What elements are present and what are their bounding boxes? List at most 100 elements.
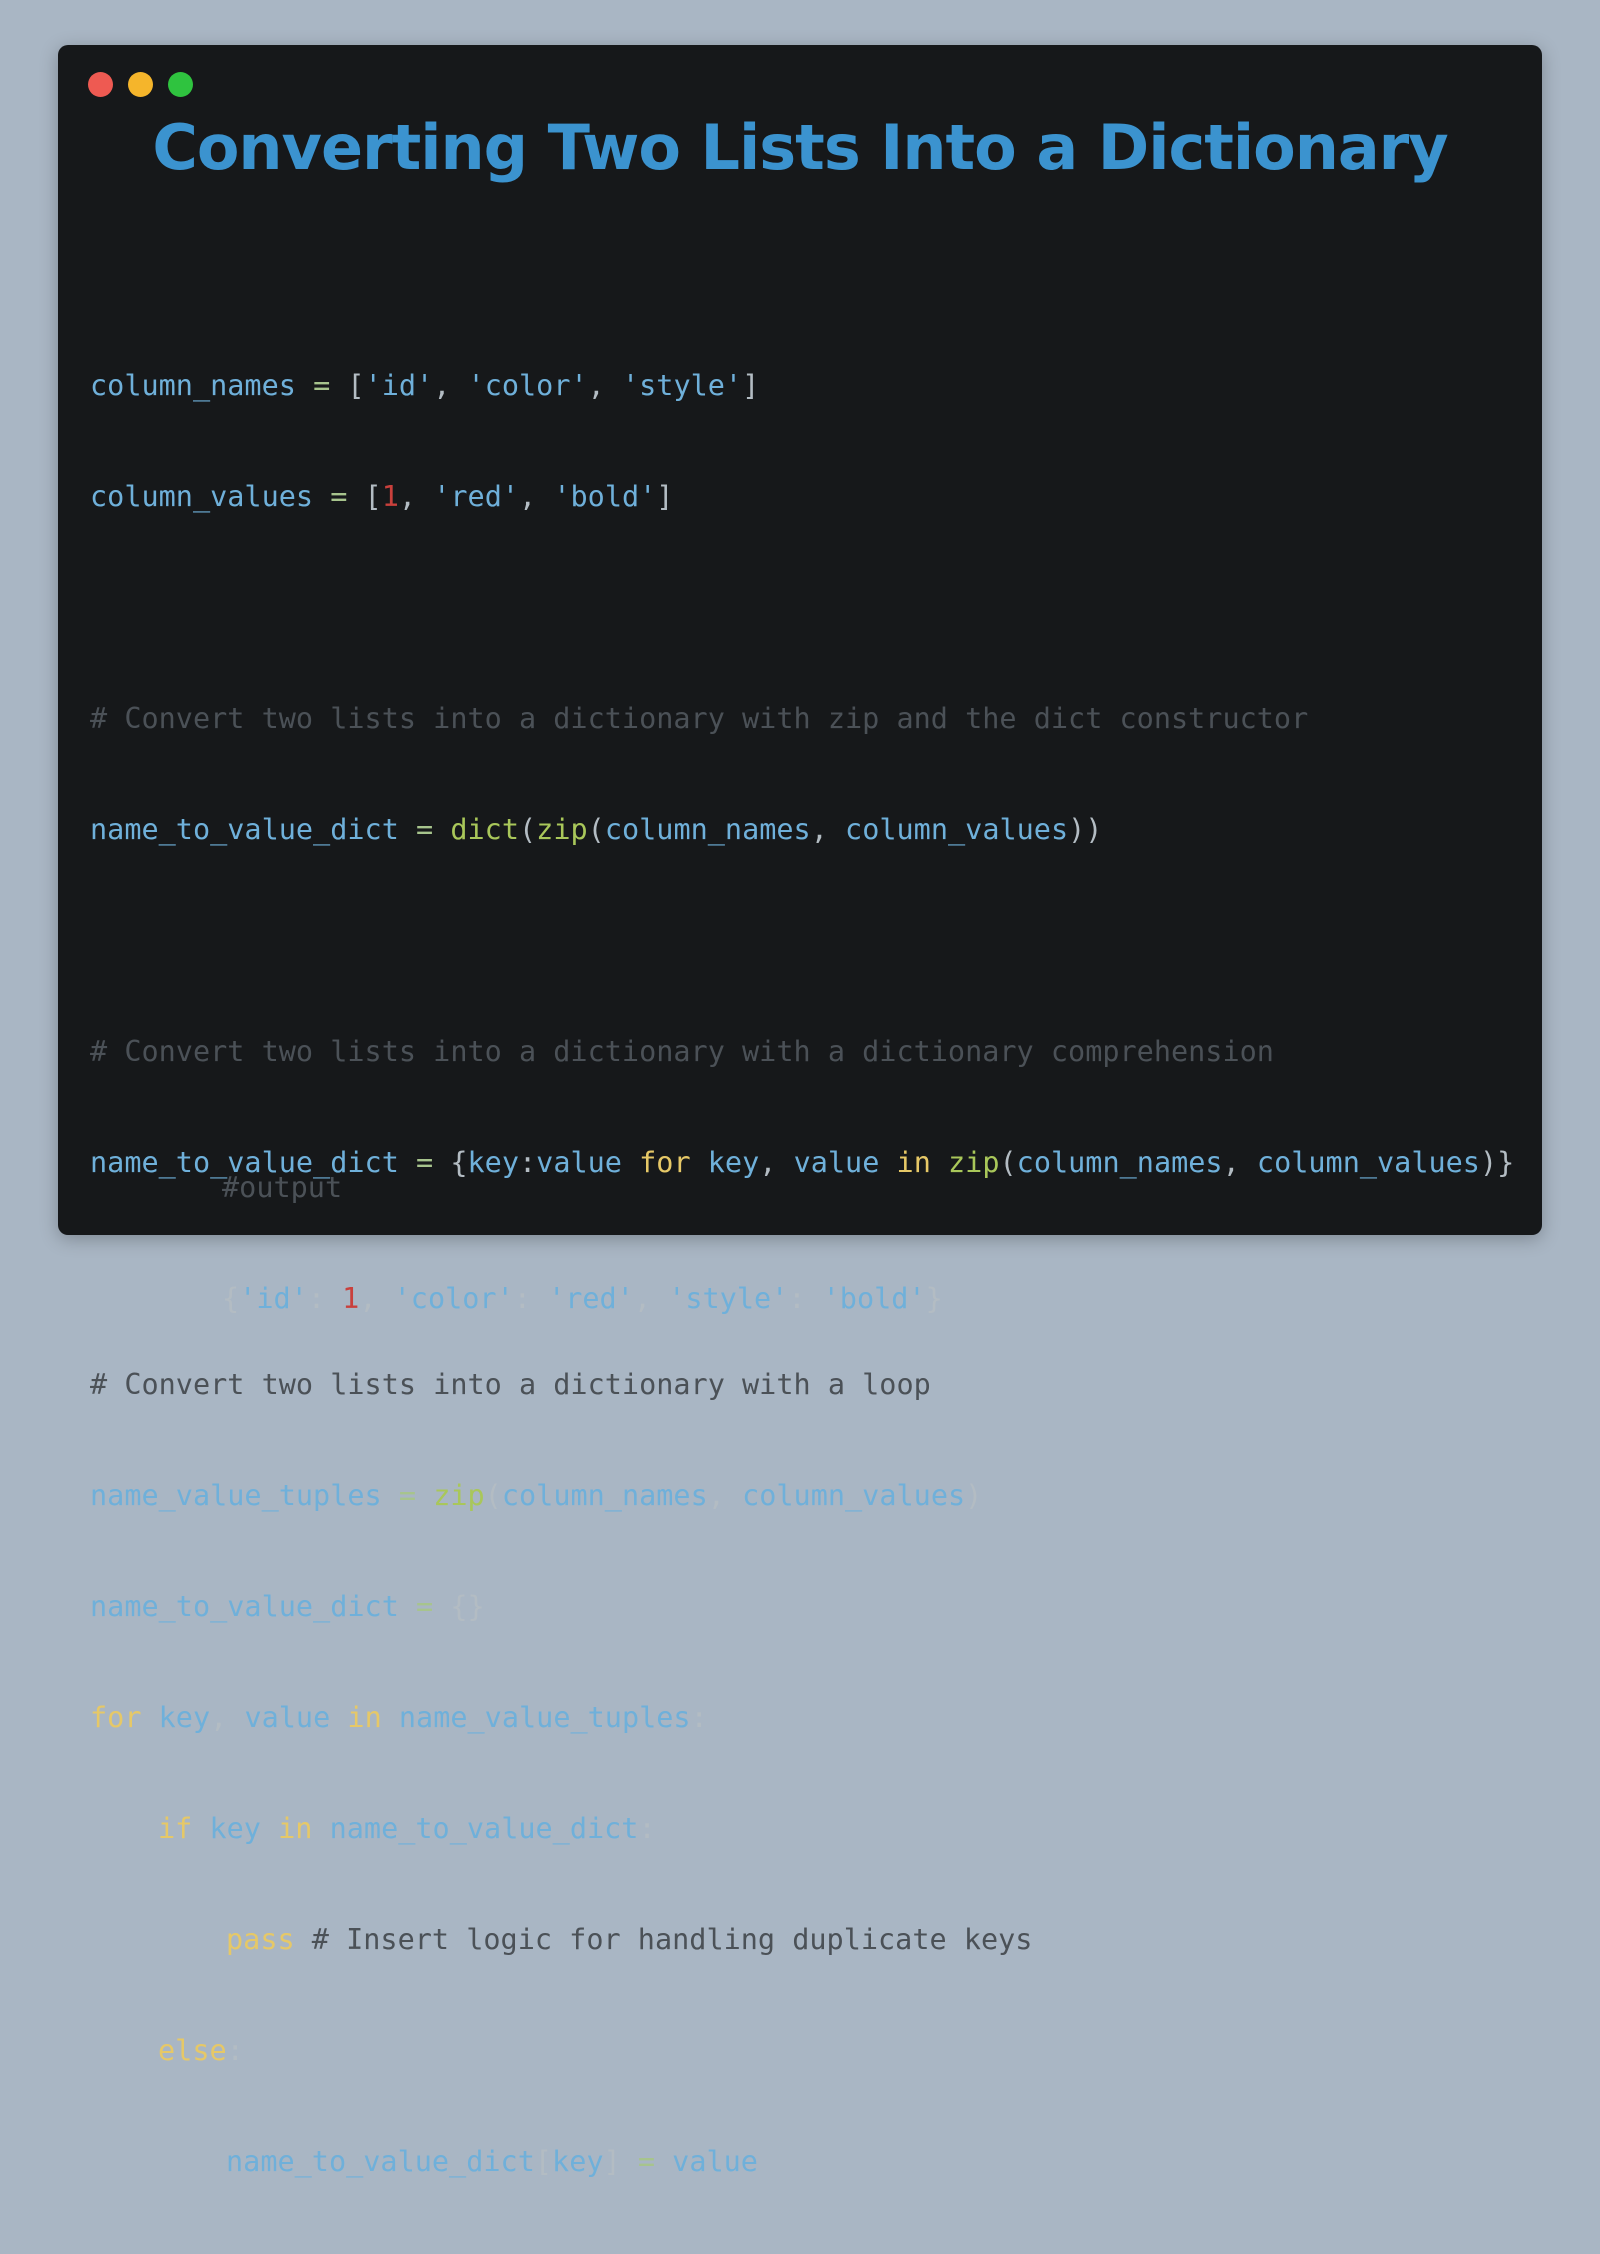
- punctuation: }: [925, 1282, 943, 1315]
- punctuation: ,: [810, 813, 846, 846]
- punctuation: [: [534, 2145, 553, 2178]
- code-line-1: column_names = ['id', 'color', 'style']: [90, 367, 1514, 404]
- punctuation: (: [484, 1479, 502, 1512]
- string-literal: 'red': [548, 1282, 634, 1315]
- builtin-function: zip: [948, 1146, 1000, 1179]
- string-literal: 'style': [668, 1282, 789, 1315]
- operator: =: [398, 813, 451, 846]
- punctuation: (: [518, 813, 537, 846]
- keyword: else: [158, 2034, 227, 2067]
- code-comment-1: # Convert two lists into a dictionary wi…: [90, 702, 1309, 735]
- output-line: {'id': 1, 'color': 'red', 'style': 'bold…: [222, 1280, 943, 1317]
- builtin-function: zip: [536, 813, 588, 846]
- punctuation: ,: [519, 480, 554, 513]
- code-line-2: column_values = [1, 'red', 'bold']: [90, 478, 1514, 515]
- keyword: if: [158, 1812, 193, 1845]
- operator: =: [295, 369, 348, 402]
- punctuation: {: [222, 1282, 240, 1315]
- identifier: name_to_value_dict: [90, 1590, 399, 1623]
- code-comment-2: # Convert two lists into a dictionary wi…: [90, 1035, 1274, 1068]
- minimize-dot-icon[interactable]: [128, 72, 153, 97]
- code-line-6: name_to_value_dict = {}: [90, 1588, 1514, 1625]
- punctuation: :: [307, 1282, 343, 1315]
- keyword: in: [260, 1812, 330, 1845]
- punctuation: ,: [433, 369, 468, 402]
- identifier: name_value_tuples: [398, 1701, 691, 1734]
- identifier: value: [244, 1701, 331, 1734]
- operator: =: [381, 1479, 434, 1512]
- code-window: Converting Two Lists Into a Dictionary c…: [58, 45, 1542, 2178]
- operator: =: [620, 2145, 673, 2178]
- output-block: #output {'id': 1, 'color': 'red', 'style…: [222, 1095, 943, 1391]
- identifier: key: [552, 2145, 604, 2178]
- code-line-10: else:: [90, 2032, 1514, 2069]
- code-line-8: if key in name_to_value_dict:: [90, 1810, 1514, 1847]
- identifier: column_names: [1016, 1146, 1223, 1179]
- string-literal: 'red': [433, 480, 520, 513]
- output-comment: #output: [222, 1171, 343, 1204]
- punctuation: :: [513, 1282, 549, 1315]
- identifier: column_values: [1256, 1146, 1480, 1179]
- punctuation: ]: [742, 369, 760, 402]
- punctuation: (: [999, 1146, 1017, 1179]
- punctuation: ]: [603, 2145, 621, 2178]
- close-dot-icon[interactable]: [88, 72, 113, 97]
- identifier: column_values: [90, 480, 314, 513]
- code-line-5: name_value_tuples = zip(column_names, co…: [90, 1477, 1514, 1514]
- punctuation: ,: [1222, 1146, 1257, 1179]
- identifier: key: [192, 1812, 261, 1845]
- identifier: key: [141, 1701, 211, 1734]
- punctuation: [: [347, 369, 365, 402]
- punctuation: ): [965, 1479, 983, 1512]
- keyword: pass: [226, 1923, 295, 1956]
- string-literal: 'style': [621, 369, 743, 402]
- number-literal: 1: [342, 1282, 360, 1315]
- punctuation: :: [788, 1282, 823, 1315]
- builtin-function: dict: [450, 813, 519, 846]
- identifier: name_to_value_dict: [329, 1812, 639, 1845]
- punctuation: ,: [707, 1479, 743, 1512]
- punctuation: :: [690, 1701, 708, 1734]
- punctuation: [: [364, 480, 382, 513]
- identifier: column_names: [501, 1479, 708, 1512]
- punctuation: :: [226, 2034, 244, 2067]
- string-literal: 'id': [239, 1282, 308, 1315]
- punctuation: ,: [633, 1282, 669, 1315]
- identifier: value: [672, 2145, 758, 2178]
- builtin-function: zip: [433, 1479, 485, 1512]
- punctuation: ,: [398, 480, 434, 513]
- punctuation: ]: [656, 480, 674, 513]
- string-literal: 'bold': [822, 1282, 926, 1315]
- identifier: name_value_tuples: [90, 1479, 382, 1512]
- maximize-dot-icon[interactable]: [168, 72, 193, 97]
- punctuation: ,: [587, 369, 622, 402]
- operator: =: [313, 480, 365, 513]
- punctuation: ,: [359, 1282, 394, 1315]
- keyword: in: [330, 1701, 399, 1734]
- string-literal: 'color': [393, 1282, 514, 1315]
- punctuation: :: [638, 1812, 656, 1845]
- string-literal: 'id': [364, 369, 434, 402]
- window-controls: [88, 72, 193, 97]
- operator: =: [398, 1590, 451, 1623]
- number-literal: 1: [381, 480, 399, 513]
- punctuation: )): [1068, 813, 1103, 846]
- code-line-3: name_to_value_dict = dict(zip(column_nam…: [90, 811, 1514, 848]
- identifier: column_values: [742, 1479, 966, 1512]
- inline-comment: # Insert logic for handling duplicate ke…: [294, 1923, 1033, 1956]
- code-line-7: for key, value in name_value_tuples:: [90, 1699, 1514, 1736]
- punctuation: )}: [1479, 1146, 1515, 1179]
- code-line-9: pass # Insert logic for handling duplica…: [90, 1921, 1514, 1958]
- punctuation: (: [587, 813, 605, 846]
- punctuation: ,: [210, 1701, 245, 1734]
- keyword: for: [90, 1701, 142, 1734]
- page-title: Converting Two Lists Into a Dictionary: [152, 111, 1448, 184]
- code-line-11: name_to_value_dict[key] = value: [90, 2143, 1514, 2180]
- identifier: name_to_value_dict: [90, 813, 399, 846]
- identifier: column_values: [845, 813, 1069, 846]
- identifier: name_to_value_dict: [226, 2145, 535, 2178]
- punctuation: {}: [450, 1590, 485, 1623]
- identifier: column_names: [90, 369, 296, 402]
